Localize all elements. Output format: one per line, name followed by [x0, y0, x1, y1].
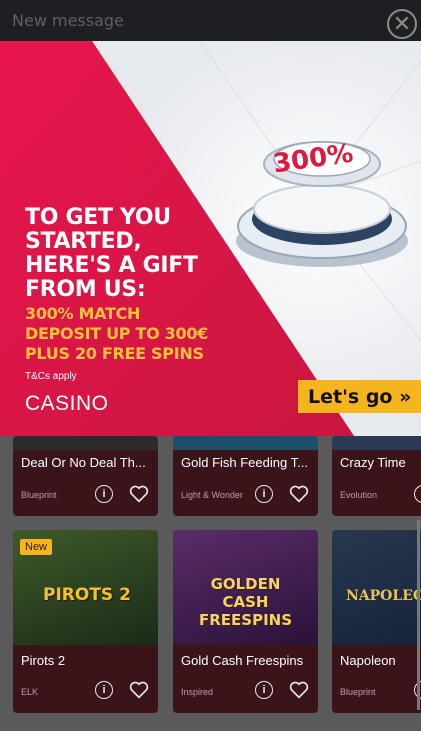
game-card[interactable]: NAPOLEON Napoleon Blueprint i — [332, 530, 421, 713]
heart-icon[interactable] — [289, 681, 309, 699]
game-card[interactable]: PIROTS 2 New Pirots 2 ELK i — [13, 530, 158, 713]
game-art: NAPOLEON — [332, 530, 421, 645]
promo-headline: TO GET YOU STARTED, HERE'S A GIFT FROM U… — [25, 205, 198, 302]
close-icon[interactable]: ✕ — [387, 9, 417, 39]
info-icon[interactable]: i — [255, 485, 273, 503]
game-art-title: GOLDEN CASH FREESPINS — [198, 575, 293, 629]
game-card[interactable]: Crazy Time Evolution i — [332, 436, 421, 516]
game-name: Napoleon — [340, 653, 396, 668]
info-icon[interactable]: i — [414, 485, 421, 503]
game-name: Crazy Time — [340, 455, 406, 470]
heart-icon[interactable] — [289, 485, 309, 503]
game-name: Gold Cash Freespins — [181, 653, 304, 668]
game-art — [332, 436, 421, 450]
game-card[interactable]: GOLDEN CASH FREESPINS Gold Cash Freespin… — [173, 530, 318, 713]
game-card[interactable]: Gold Fish Feeding T... Light & Wonder i — [173, 436, 318, 516]
lets-go-button[interactable]: Let's go » — [298, 380, 421, 413]
game-name: Deal Or No Deal Th... — [21, 455, 146, 470]
game-provider: Blueprint — [340, 687, 376, 697]
game-art — [173, 436, 318, 450]
game-card[interactable]: Deal Or No Deal Th... Blueprint i — [13, 436, 158, 516]
game-provider: ELK — [21, 687, 39, 697]
brand-logo: CASINO — [25, 392, 109, 415]
info-icon[interactable]: i — [95, 681, 113, 699]
game-provider: Blueprint — [21, 490, 57, 500]
game-name: Pirots 2 — [21, 653, 66, 668]
message-title: New message — [12, 11, 124, 30]
game-provider: Inspired — [181, 687, 214, 697]
promo-banner[interactable]: 300% TO GET YOU STARTED, HERE'S A GIFT F… — [0, 41, 421, 436]
game-provider: Evolution — [340, 490, 378, 500]
new-badge: New — [20, 539, 53, 555]
heart-icon[interactable] — [129, 485, 149, 503]
heart-icon[interactable] — [129, 681, 149, 699]
game-grid: Deal Or No Deal Th... Blueprint i Gold F… — [0, 436, 421, 731]
game-art-title: PIROTS 2 — [43, 585, 131, 605]
game-art — [13, 436, 158, 450]
message-header: New message ✕ — [0, 0, 421, 41]
game-art-title: NAPOLEON — [346, 588, 421, 604]
scrollbar[interactable] — [417, 520, 420, 710]
game-provider: Light & Wonder — [181, 490, 243, 500]
terms-link[interactable]: T&Cs apply — [25, 371, 77, 382]
info-icon[interactable]: i — [95, 485, 113, 503]
promo-offer: 300% MATCH DEPOSIT UP TO 300€ PLUS 20 FR… — [25, 304, 209, 363]
game-name: Gold Fish Feeding T... — [181, 455, 308, 470]
info-icon[interactable]: i — [255, 681, 273, 699]
game-art: GOLDEN CASH FREESPINS — [173, 530, 318, 645]
